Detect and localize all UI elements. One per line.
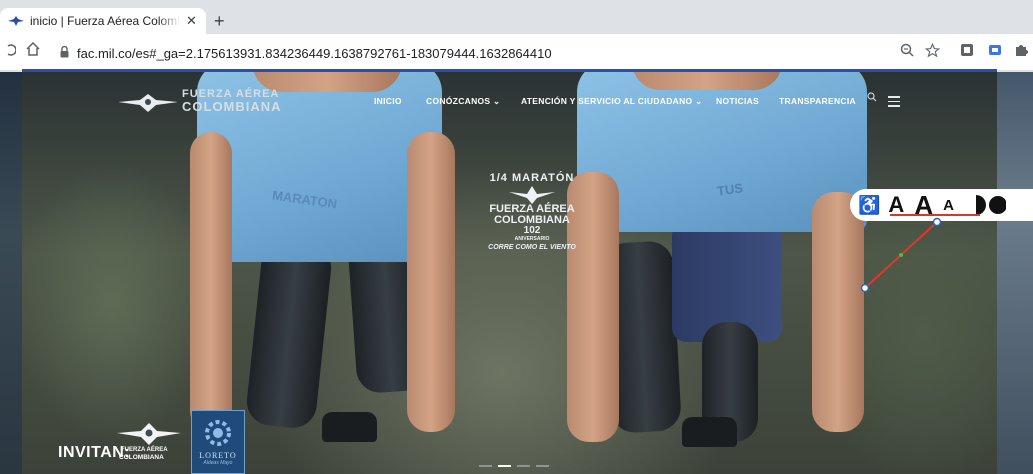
- emblem-eagle-icon: [509, 186, 555, 204]
- star-icon[interactable]: [924, 42, 941, 61]
- slide-dot[interactable]: [517, 465, 530, 467]
- menu-hamburger-icon[interactable]: [888, 96, 900, 110]
- tab-close-icon[interactable]: ✕: [186, 13, 197, 29]
- nav-conozcanos[interactable]: CONÓZCANOS ⌄: [426, 96, 500, 107]
- sponsor-fac-logo[interactable]: FUERZA AÉREA COLOMBIANA: [115, 423, 185, 467]
- nav-inicio[interactable]: INICIO: [374, 96, 402, 106]
- home-icon[interactable]: [26, 41, 40, 60]
- reload-icon[interactable]: [6, 43, 17, 61]
- new-tab-button[interactable]: +: [214, 12, 225, 30]
- accessibility-toolbar: ♿ A A A: [850, 189, 1033, 221]
- font-size-small-button[interactable]: A: [943, 197, 954, 214]
- sponsor-fac-wings-icon: [117, 423, 181, 445]
- contrast-icon[interactable]: [970, 195, 1006, 215]
- slide-indicators: [479, 465, 549, 467]
- puzzle-icon[interactable]: [1014, 43, 1028, 60]
- address-bar[interactable]: fac.mil.co/es#_ga=2.175613931.834236449.…: [60, 42, 552, 64]
- nav-transparencia[interactable]: TRANSPARENCIA: [779, 96, 856, 106]
- fac-wings-logo-icon[interactable]: [118, 94, 178, 112]
- slide-dot[interactable]: [479, 465, 492, 467]
- right-background-strip: [997, 72, 1033, 474]
- font-size-underline: [890, 214, 980, 216]
- tab-title: inicio | Fuerza Aérea Colombia: [30, 14, 180, 28]
- nav-noticias[interactable]: NOTICIAS: [716, 96, 759, 106]
- browser-tab-strip: inicio | Fuerza Aérea Colombia ✕ +: [0, 0, 1033, 34]
- nav-atencion-ciudadano[interactable]: ATENCIÓN Y SERVICIO AL CIUDADANO ⌄: [521, 96, 703, 107]
- extension-icon[interactable]: [960, 43, 974, 60]
- slide-dot-active[interactable]: [498, 465, 511, 467]
- translate-icon[interactable]: [988, 43, 1002, 60]
- hero-banner: MARATON TUS FUERZA AÉREA COLOMBIANA INIC…: [22, 72, 997, 474]
- emblem-line-4: 102: [523, 225, 541, 236]
- browser-tab[interactable]: inicio | Fuerza Aérea Colombia ✕: [0, 8, 206, 34]
- left-background-strip: [0, 72, 22, 474]
- zoom-icon[interactable]: [900, 43, 914, 60]
- loreto-subtitle: Aldeas Mayo: [203, 460, 233, 466]
- slide-dot[interactable]: [536, 465, 549, 467]
- brand-name-bottom[interactable]: COLOMBIANA: [182, 99, 282, 114]
- loreto-gear-icon: [205, 420, 231, 446]
- wheelchair-icon[interactable]: ♿: [858, 195, 880, 216]
- sponsor-fac-line-1: FUERZA AÉREA: [121, 447, 168, 453]
- browser-toolbar: fac.mil.co/es#_ga=2.175613931.834236449.…: [0, 34, 1033, 70]
- emblem-line-6: CORRE COMO EL VIENTO: [488, 244, 576, 251]
- web-page: MARATON TUS FUERZA AÉREA COLOMBIANA INIC…: [0, 72, 1033, 474]
- maraton-emblem: 1/4 MARATÓN FUERZA AÉREA COLOMBIANA 102 …: [477, 172, 587, 251]
- fac-favicon-icon: [8, 15, 24, 27]
- search-icon[interactable]: [867, 92, 877, 105]
- lock-icon[interactable]: [60, 45, 69, 61]
- loreto-name: LORETO: [199, 451, 237, 460]
- emblem-line-1: 1/4 MARATÓN: [489, 172, 575, 184]
- url-text[interactable]: fac.mil.co/es#_ga=2.175613931.834236449.…: [77, 46, 552, 61]
- sponsor-loreto-logo[interactable]: LORETO Aldeas Mayo: [191, 410, 245, 474]
- sponsor-fac-line-2: COLOMBIANA: [119, 454, 164, 461]
- emblem-line-5: ANIVERSARIO: [514, 236, 550, 242]
